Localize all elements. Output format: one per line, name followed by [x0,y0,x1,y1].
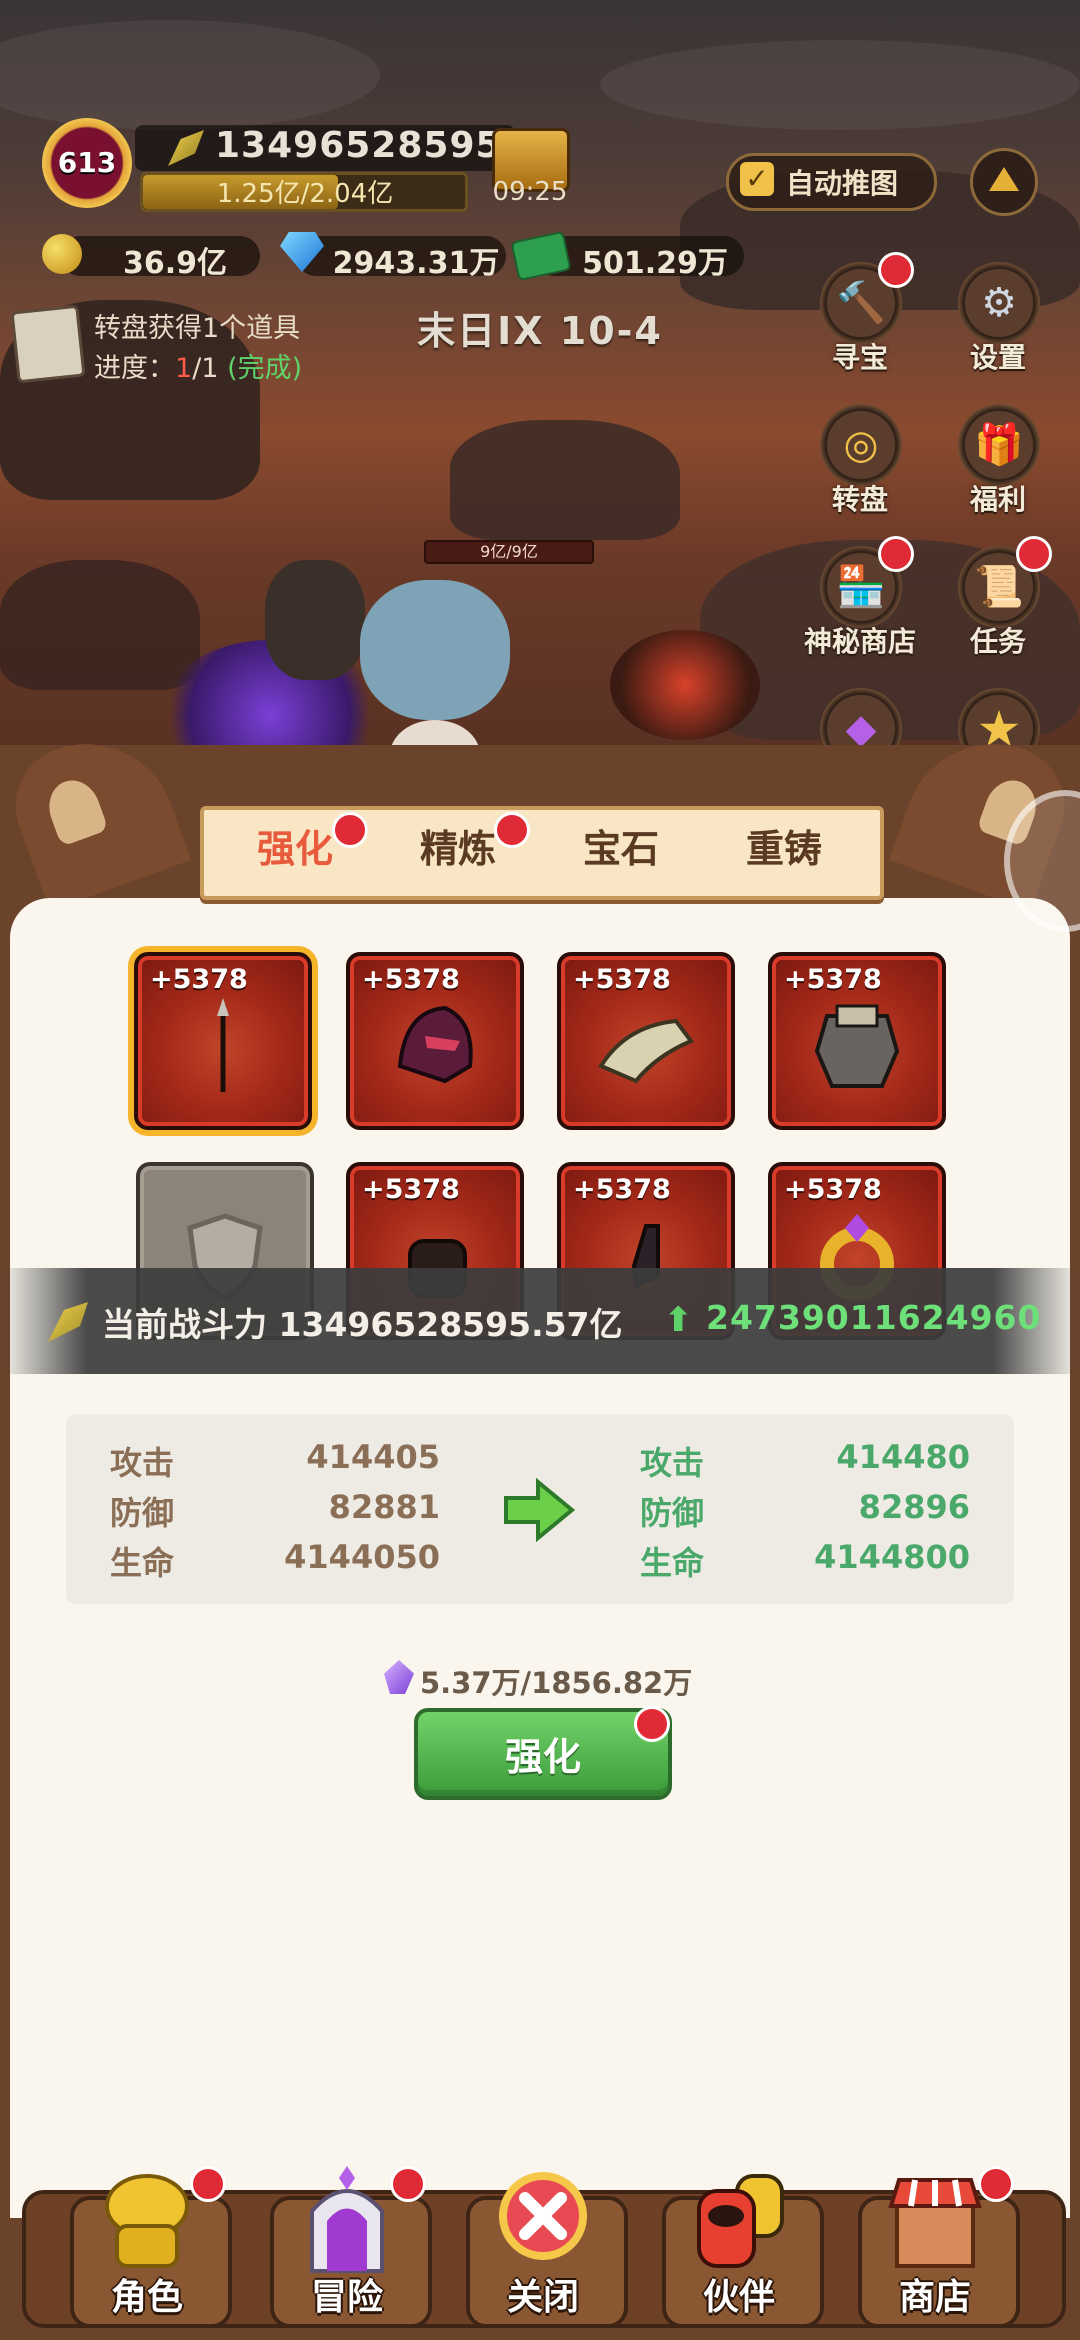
arrow-right-icon [504,1478,576,1542]
stat-label-attack: 攻击 [110,1444,175,1482]
equip-slot-weapon[interactable]: +5378 [134,952,312,1130]
enemy-hp-text: 9亿/9亿 [480,542,538,561]
stat-label-hp: 生命 [110,1544,175,1582]
collapse-menu-button[interactable] [970,148,1038,216]
store-icon [888,2178,982,2268]
enhance-level: +5378 [784,964,882,995]
side-button-wheel[interactable]: ◎ 转盘 [808,404,912,534]
next-stat-value-defense: 82896 [858,1488,970,1526]
notification-dot [190,2166,226,2202]
helmet-icon [397,1005,473,1084]
enhance-level: +5378 [150,964,248,995]
side-button-treasure[interactable]: 🔨 寻宝 [808,252,914,392]
side-button-tasks[interactable]: 📜 任务 [946,536,1052,676]
side-button-settings[interactable]: ⚙ 设置 [946,262,1050,392]
stat-value-attack: 414405 [306,1438,440,1476]
nav-partner[interactable]: 伙伴 [654,2166,824,2328]
gear-icon: ⚙ [981,280,1017,326]
nav-close[interactable]: 关闭 [458,2166,628,2328]
arrow-up-icon: ⬆ [664,1300,693,1340]
nav-character[interactable]: 角色 [62,2166,232,2328]
notification-dot [878,536,914,572]
gold-amount: 36.9亿 [122,246,228,281]
equip-slot-helmet[interactable]: +5378 [346,952,524,1130]
equip-slot-shoulder[interactable]: +5378 [557,952,735,1130]
auto-push-label: 自动推图 [786,167,899,200]
triangle-up-icon [989,167,1019,191]
enhance-level: +5378 [573,964,671,995]
shoulder-icon [598,1018,695,1084]
exp-text: 1.25亿/2.04亿 [216,179,394,209]
nav-adventure[interactable]: 冒险 [262,2166,432,2328]
side-button-mystery-shop[interactable]: 🏪 神秘商店 [804,536,916,676]
spear-icon [217,998,229,1092]
combat-power-text: 13496528595. [215,125,517,166]
player-level-badge[interactable]: 613 [22,112,152,222]
tab-gem[interactable]: 宝石 [556,818,686,873]
next-stat-label-attack: 攻击 [640,1444,705,1482]
lava-turtle-enemy [610,630,760,740]
notification-dot [332,812,368,848]
gold-coin-icon [42,234,82,274]
diamond-amount: 2943.31万 [332,246,500,281]
power-gain-value: 24739011624960 [706,1298,1042,1337]
enhance-button-label[interactable]: 强化 [414,1726,672,1781]
equip-slot-armor[interactable]: +5378 [768,952,946,1130]
gift-icon: 🎁 [974,422,1024,468]
next-stat-label-defense: 防御 [640,1494,705,1532]
notification-dot [878,252,914,288]
notification-dot [634,1706,670,1742]
enhance-level: +5378 [573,1174,671,1205]
idle-timer: 09:25 [492,177,568,207]
notification-dot [1016,536,1052,572]
notification-dot [494,812,530,848]
adventure-gate-icon [310,2166,384,2273]
player-level-text: 613 [57,146,117,179]
checkmark-icon: ✓ [740,162,774,196]
enhance-level: +5378 [784,1174,882,1205]
notification-dot [978,2166,1014,2202]
cash-amount: 501.29万 [582,246,728,281]
enhance-cost: 5.37万/1856.82万 [420,1666,693,1700]
armor-icon [814,1004,900,1088]
stat-value-defense: 82881 [328,1488,440,1526]
enhance-level: +5378 [362,1174,460,1205]
side-button-welfare[interactable]: 🎁 福利 [946,404,1050,534]
stat-label-defense: 防御 [110,1494,175,1532]
next-stat-label-hp: 生命 [640,1544,705,1582]
character-icon [105,2174,189,2268]
current-power-text: 当前战斗力 13496528595.57亿 [102,1305,623,1344]
partner-icon [697,2174,784,2268]
nav-store[interactable]: 商店 [850,2166,1020,2328]
enhance-level: +5378 [362,964,460,995]
next-stat-value-attack: 414480 [836,1438,970,1476]
next-stat-value-hp: 4144800 [814,1538,970,1576]
hero-warrior-sprite [265,560,365,680]
close-icon [499,2172,587,2260]
notification-dot [390,2166,426,2202]
stat-value-hp: 4144050 [284,1538,440,1576]
wheel-icon: ◎ [843,422,879,468]
shark-partner-sprite [360,580,510,720]
tab-reforge[interactable]: 重铸 [719,818,849,873]
